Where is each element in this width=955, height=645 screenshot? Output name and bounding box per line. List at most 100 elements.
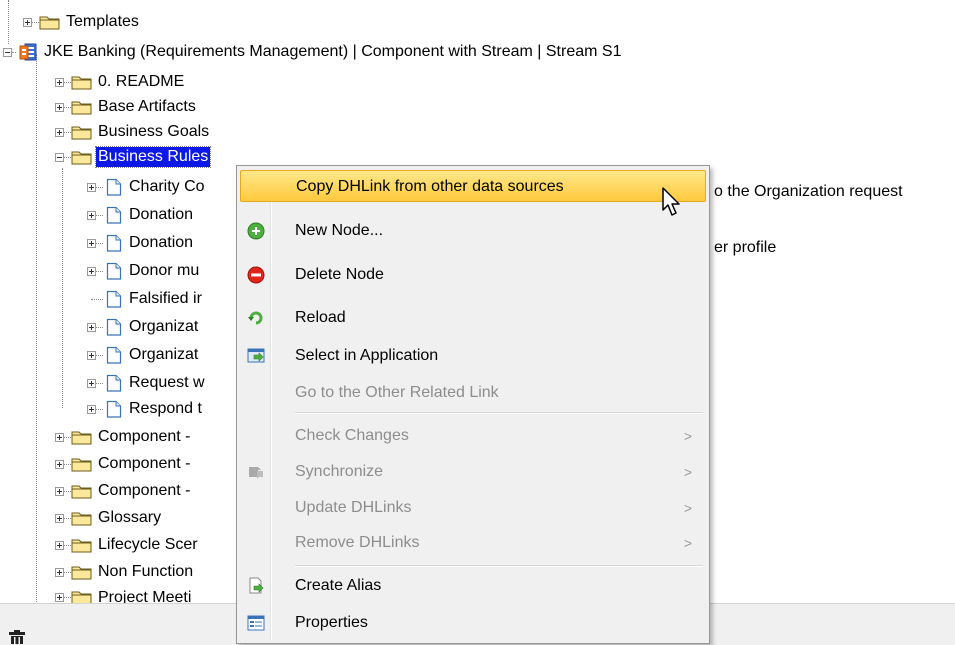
document-icon [106,400,122,418]
create-alias-icon [249,577,264,594]
menu-item-label: Remove DHLinks [295,534,420,551]
folder-icon [71,539,92,553]
tree-item-label-selected: Business Rules [94,146,212,168]
menu-item-go-to-related-link[interactable]: Go to the Other Related Link [240,377,706,409]
document-icon [106,346,122,364]
tree-item-label: Component - [98,455,191,472]
tree-item-label: Glossary [98,509,162,526]
tree-item-document[interactable]: Donation [87,204,195,226]
expand-icon[interactable] [55,593,64,602]
trash-icon[interactable] [6,630,28,644]
expand-icon[interactable] [55,567,64,577]
tree-item-document[interactable]: Charity Co [87,176,207,198]
expand-icon[interactable] [87,210,96,220]
expand-icon[interactable] [55,432,64,442]
tree-item-document[interactable]: Request w [87,372,207,394]
tree-item-label: Request w [129,374,205,391]
tree-item-component[interactable]: Component - [55,480,193,502]
tree-guide-line [8,0,9,44]
menu-item-label: Update DHLinks [295,499,412,516]
menu-item-synchronize[interactable]: Synchronize > [240,456,706,488]
menu-item-remove-dhlinks[interactable]: Remove DHLinks > [240,527,706,559]
tree-item-project-meeting[interactable]: Project Meeti [55,588,193,603]
tree-item-label: Component - [98,428,191,445]
reload-icon [248,311,263,325]
tree-item-label: Non Function [98,563,194,580]
submenu-arrow-icon: > [683,464,692,480]
expand-icon[interactable] [55,127,64,137]
tree-item-label: er profile [714,239,777,256]
tree-item-business-goals[interactable]: Business Goals [55,121,211,143]
menu-item-new-node[interactable]: New Node... [240,215,706,247]
menu-item-properties[interactable]: Properties [240,607,706,639]
folder-icon [71,566,92,580]
tree-item-document[interactable]: Respond t [87,398,204,420]
menu-item-check-changes[interactable]: Check Changes > [240,420,706,452]
expand-icon[interactable] [87,238,96,248]
tree-item-business-rules[interactable]: Business Rules [55,146,212,168]
tree-item-document[interactable]: Organizat [87,344,200,366]
submenu-arrow-icon: > [683,535,692,551]
menu-item-label: New Node... [295,222,384,239]
tree-item-overflow-text: er profile [714,237,776,259]
menu-item-label: Check Changes [295,427,409,444]
tree-item-label: Donation [129,206,194,223]
tree-item-base-artifacts[interactable]: Base Artifacts [55,96,198,118]
tree-item-glossary[interactable]: Glossary [55,507,163,529]
expand-icon[interactable] [87,350,96,360]
document-icon [106,234,122,252]
expand-icon[interactable] [55,459,64,469]
menu-item-label: Create Alias [295,577,382,594]
menu-item-select-in-application[interactable]: Select in Application [240,340,706,372]
menu-item-delete-node[interactable]: Delete Node [240,259,706,291]
tree-item-document[interactable]: Falsified ir [87,288,204,310]
expand-icon[interactable] [55,513,64,523]
tree-item-label: Charity Co [129,178,205,195]
submenu-arrow-icon: > [683,500,692,516]
tree-item-label: Falsified ir [129,290,202,307]
tree-item-overflow-text: o the Organization request [714,181,903,203]
tree-item-document[interactable]: Donation [87,232,195,254]
folder-icon [71,101,92,115]
tree-item-label: Lifecycle Scer [98,536,198,553]
expand-icon[interactable] [87,378,96,388]
tree-item-lifecycle[interactable]: Lifecycle Scer [55,534,200,556]
expand-icon[interactable] [23,17,32,27]
tree-item-label: Business Goals [98,123,210,140]
menu-item-label: Reload [295,309,346,326]
tree-item-label: Organizat [129,318,199,335]
tree-item-document[interactable]: Donor mu [87,260,201,282]
folder-icon [71,126,92,140]
folder-icon [71,512,92,526]
tree-item-label: o the Organization request [714,183,903,200]
expand-icon[interactable] [87,404,96,414]
tree-item-readme[interactable]: 0. README [55,71,186,93]
tree-item-project-root[interactable]: JKE Banking (Requirements Management) | … [3,41,623,63]
expand-icon[interactable] [55,77,64,87]
menu-item-create-alias[interactable]: Create Alias [240,570,706,602]
tree-guide-line [62,168,63,408]
tree-item-document[interactable]: Organizat [87,316,200,338]
tree-item-component[interactable]: Component - [55,453,193,475]
tree-item-component[interactable]: Component - [55,426,193,448]
menu-separator [295,565,703,567]
document-icon [106,262,122,280]
menu-item-update-dhlinks[interactable]: Update DHLinks > [240,492,706,524]
tree-item-label: JKE Banking (Requirements Management) | … [44,43,622,60]
expand-icon[interactable] [55,540,64,550]
expand-icon[interactable] [87,322,96,332]
collapse-icon[interactable] [55,152,64,162]
tree-item-non-functional[interactable]: Non Function [55,561,195,583]
expand-icon[interactable] [55,102,64,112]
expand-icon[interactable] [55,486,64,496]
collapse-icon[interactable] [3,47,12,57]
menu-item-reload[interactable]: Reload [240,302,706,334]
expand-icon[interactable] [87,266,96,276]
context-menu: Copy DHLink from other data sources New … [236,165,710,644]
tree-item-label: Project Meeti [98,589,192,603]
document-icon [106,318,122,336]
expand-icon[interactable] [87,182,96,192]
menu-item-label: Properties [295,614,368,631]
menu-item-copy-dhlink[interactable]: Copy DHLink from other data sources [240,170,706,202]
tree-item-templates[interactable]: Templates [23,11,141,33]
